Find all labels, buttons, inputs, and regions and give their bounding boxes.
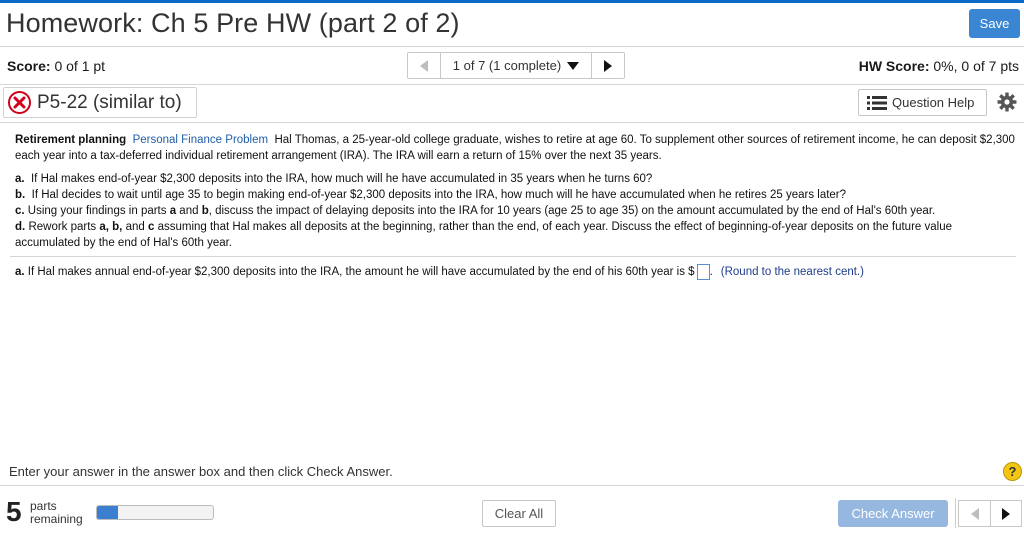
question-help-button[interactable]: Question Help bbox=[858, 89, 987, 116]
check-answer-button[interactable]: Check Answer bbox=[838, 500, 948, 527]
question-navigator: 1 of 7 (1 complete) bbox=[407, 52, 625, 79]
caret-down-icon bbox=[567, 61, 580, 70]
list-icon bbox=[867, 95, 887, 110]
divider bbox=[955, 498, 956, 528]
score-label: Score: bbox=[7, 58, 51, 74]
score-display: Score: 0 of 1 pt bbox=[7, 58, 105, 74]
incorrect-x-icon bbox=[8, 91, 31, 114]
help-icon[interactable]: ? bbox=[1003, 462, 1022, 481]
part-c: c. Using your findings in parts a and b,… bbox=[15, 203, 1015, 219]
parts-remaining-label: parts remaining bbox=[30, 500, 83, 526]
hw-score-label: HW Score: bbox=[858, 58, 930, 74]
top-accent-line bbox=[0, 0, 1024, 3]
problem-intro: Retirement planning Personal Finance Pro… bbox=[15, 132, 1015, 164]
chevron-right-icon bbox=[604, 59, 612, 72]
previous-question-button[interactable] bbox=[959, 501, 991, 526]
answer-row: a. If Hal makes annual end-of-year $2,30… bbox=[15, 264, 864, 280]
next-question-button[interactable] bbox=[991, 501, 1021, 526]
part-letter: a. bbox=[15, 173, 25, 185]
question-position: 1 of 7 (1 complete) bbox=[452, 58, 562, 73]
save-button[interactable]: Save bbox=[969, 9, 1020, 38]
progress-fill bbox=[97, 506, 118, 519]
part-b: b. If Hal decides to wait until age 35 t… bbox=[15, 187, 1015, 203]
part-letter: d. bbox=[15, 221, 26, 233]
instruction-text: Enter your answer in the answer box and … bbox=[9, 464, 393, 479]
part-text: If Hal makes end-of-year $2,300 deposits… bbox=[30, 173, 653, 185]
problem-parts: a. If Hal makes end-of-year $2,300 depos… bbox=[15, 171, 1015, 251]
divider bbox=[0, 46, 1024, 47]
answer-prompt: If Hal makes annual end-of-year $2,300 d… bbox=[27, 266, 695, 278]
parts-progress-bar bbox=[96, 505, 214, 520]
rounding-note: (Round to the nearest cent.) bbox=[720, 266, 864, 278]
problem-topic: Retirement planning bbox=[15, 134, 127, 146]
part-ref: a, b, bbox=[99, 221, 123, 233]
part-text: assuming that Hal makes all deposits at … bbox=[15, 221, 952, 249]
part-ref: b bbox=[201, 205, 209, 217]
question-id-box: P5-22 (similar to) bbox=[3, 87, 197, 118]
part-text: Using your findings in parts bbox=[27, 205, 170, 217]
page-title: Homework: Ch 5 Pre HW (part 2 of 2) bbox=[6, 8, 460, 38]
answer-part-letter: a. bbox=[15, 266, 25, 278]
chevron-left-icon bbox=[970, 507, 979, 520]
part-text: and bbox=[122, 221, 148, 233]
next-question-button[interactable] bbox=[591, 53, 624, 78]
part-text: , discuss the impact of delaying deposit… bbox=[208, 205, 936, 217]
part-text: If Hal decides to wait until age 35 to b… bbox=[31, 189, 847, 201]
remaining-word: remaining bbox=[30, 512, 83, 526]
divider bbox=[0, 485, 1024, 486]
chevron-left-icon bbox=[420, 59, 428, 72]
answer-input[interactable] bbox=[696, 264, 710, 280]
part-letter: c. bbox=[15, 205, 25, 217]
hw-score-value: 0%, 0 of 7 pts bbox=[933, 58, 1019, 74]
clear-all-button[interactable]: Clear All bbox=[482, 500, 556, 527]
hw-score-display: HW Score: 0%, 0 of 7 pts bbox=[859, 58, 1019, 74]
question-id-label: P5-22 (similar to) bbox=[37, 91, 182, 113]
divider bbox=[0, 122, 1024, 123]
gear-icon[interactable] bbox=[997, 92, 1017, 112]
part-text: and bbox=[176, 205, 202, 217]
divider bbox=[0, 84, 1024, 85]
question-body: Retirement planning Personal Finance Pro… bbox=[15, 132, 1015, 261]
chevron-right-icon bbox=[1002, 507, 1010, 520]
previous-question-button[interactable] bbox=[408, 53, 441, 78]
part-a: a. If Hal makes end-of-year $2,300 depos… bbox=[15, 171, 1015, 187]
answer-suffix: . bbox=[709, 266, 713, 278]
question-selector-dropdown[interactable]: 1 of 7 (1 complete) bbox=[441, 53, 591, 78]
question-help-label: Question Help bbox=[892, 95, 975, 110]
score-value: 0 of 1 pt bbox=[54, 58, 106, 74]
parts-remaining-count: 5 bbox=[6, 496, 22, 527]
problem-category: Personal Finance Problem bbox=[132, 134, 269, 146]
bottom-question-navigator bbox=[958, 500, 1022, 527]
divider bbox=[10, 256, 1016, 257]
part-text: Rework parts bbox=[28, 221, 100, 233]
part-letter: b. bbox=[15, 189, 26, 201]
part-d: d. Rework parts a, b, and c assuming tha… bbox=[15, 219, 1015, 251]
